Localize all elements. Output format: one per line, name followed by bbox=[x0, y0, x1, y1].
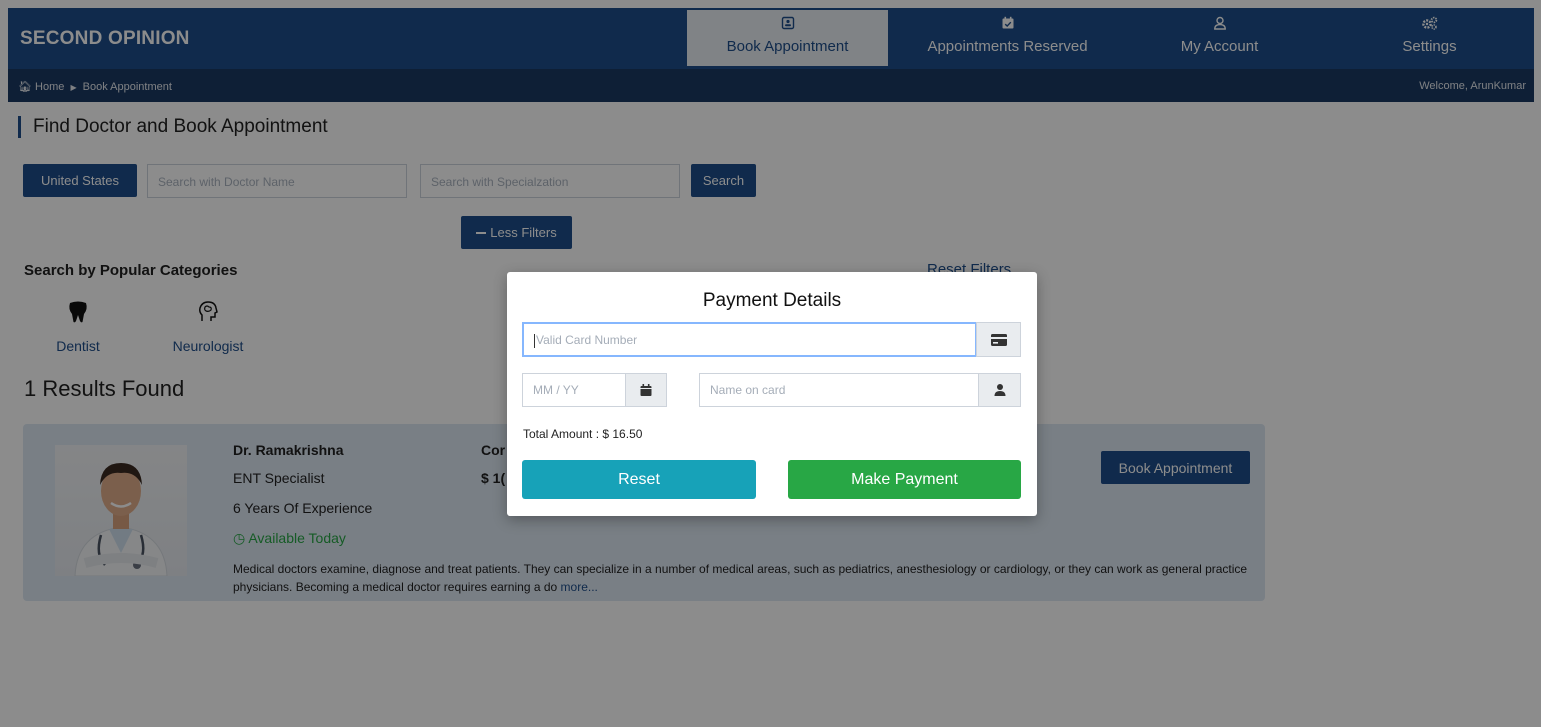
user-icon bbox=[978, 373, 1021, 407]
card-number-placeholder: Valid Card Number bbox=[536, 333, 638, 347]
total-amount: Total Amount : $ 16.50 bbox=[523, 427, 643, 441]
text-caret bbox=[534, 333, 535, 348]
make-payment-button[interactable]: Make Payment bbox=[788, 460, 1021, 499]
reset-button[interactable]: Reset bbox=[522, 460, 756, 499]
name-on-card-input[interactable]: Name on card bbox=[699, 373, 979, 407]
card-number-input[interactable]: Valid Card Number bbox=[522, 322, 977, 357]
calendar-icon bbox=[625, 373, 667, 407]
expiry-date-input[interactable]: MM / YY bbox=[522, 373, 626, 407]
credit-card-icon bbox=[976, 322, 1021, 357]
modal-title: Payment Details bbox=[702, 290, 842, 311]
payment-modal: Payment Details Valid Card Number MM / Y… bbox=[507, 272, 1037, 516]
